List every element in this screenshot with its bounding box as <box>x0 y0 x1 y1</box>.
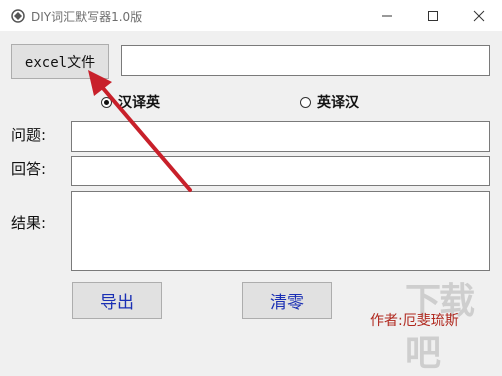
minimize-button[interactable] <box>364 0 410 31</box>
close-icon <box>473 10 485 21</box>
radio-indicator[interactable] <box>300 96 311 108</box>
app-icon <box>11 9 25 23</box>
excel-file-button[interactable]: excel文件 <box>11 44 109 79</box>
clear-button[interactable]: 清零 <box>242 282 332 319</box>
close-button[interactable] <box>456 0 502 31</box>
file-path-field[interactable] <box>121 45 490 76</box>
question-label: 问题: <box>11 126 47 144</box>
radio-en-to-cn-label: 英译汉 <box>317 95 359 111</box>
answer-field[interactable] <box>71 156 490 186</box>
result-label: 结果: <box>11 214 47 232</box>
minimize-icon <box>382 15 392 16</box>
author-credit: 作者:厄斐琉斯 <box>370 313 459 329</box>
result-textarea[interactable] <box>71 191 490 271</box>
radio-cn-to-en-label: 汉译英 <box>118 95 160 111</box>
radio-cn-to-en[interactable]: 汉译英 <box>101 92 160 112</box>
export-button[interactable]: 导出 <box>72 282 162 319</box>
window-title: DIY词汇默写器1.0版 <box>31 10 143 24</box>
question-field[interactable] <box>71 121 490 152</box>
maximize-button[interactable] <box>410 0 456 31</box>
radio-indicator-selected[interactable] <box>101 96 112 108</box>
answer-label: 回答: <box>11 160 47 178</box>
title-bar: DIY词汇默写器1.0版 <box>0 0 502 31</box>
radio-en-to-cn[interactable]: 英译汉 <box>300 92 359 112</box>
maximize-icon <box>428 10 438 21</box>
